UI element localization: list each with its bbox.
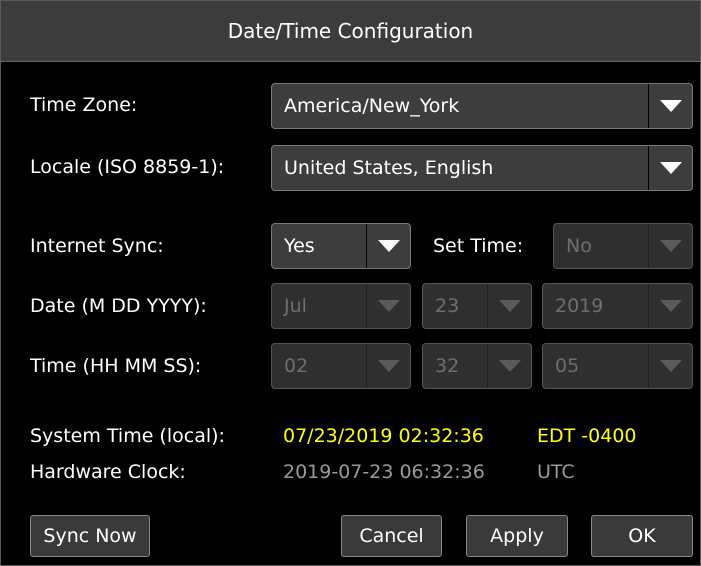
- chevron-down-icon[interactable]: [366, 344, 410, 388]
- locale-value: United States, English: [284, 157, 494, 179]
- cancel-button[interactable]: Cancel: [341, 515, 442, 557]
- timezone-label: Time Zone:: [30, 94, 138, 116]
- time-hour-select[interactable]: 02: [271, 343, 411, 389]
- datetime-config-dialog: Date/Time Configuration Time Zone: Ameri…: [0, 0, 701, 566]
- date-month-value: Jul: [284, 295, 307, 317]
- ok-button[interactable]: OK: [591, 515, 693, 557]
- hardware-clock-zone: UTC: [537, 461, 575, 483]
- dialog-title: Date/Time Configuration: [1, 1, 700, 62]
- timezone-value: America/New_York: [284, 95, 460, 117]
- time-second-value: 05: [555, 355, 580, 377]
- timezone-select[interactable]: America/New_York: [271, 83, 693, 129]
- dialog-title-text: Date/Time Configuration: [227, 19, 474, 43]
- time-hour-value: 02: [284, 355, 309, 377]
- set-time-select[interactable]: No: [553, 223, 693, 269]
- date-day-select[interactable]: 23: [422, 283, 532, 329]
- internet-sync-value: Yes: [284, 235, 315, 257]
- set-time-label: Set Time:: [433, 235, 524, 257]
- date-year-select[interactable]: 2019: [542, 283, 693, 329]
- time-minute-value: 32: [435, 355, 460, 377]
- time-minute-select[interactable]: 32: [422, 343, 532, 389]
- chevron-down-icon[interactable]: [648, 146, 692, 190]
- system-time-label: System Time (local):: [30, 425, 225, 447]
- chevron-down-icon[interactable]: [648, 344, 692, 388]
- locale-select[interactable]: United States, English: [271, 145, 693, 191]
- chevron-down-icon[interactable]: [366, 284, 410, 328]
- system-time-value: 07/23/2019 02:32:36: [283, 425, 484, 447]
- internet-sync-select[interactable]: Yes: [271, 223, 411, 269]
- locale-label: Locale (ISO 8859-1):: [30, 156, 225, 178]
- date-year-value: 2019: [555, 295, 604, 317]
- system-time-zone: EDT -0400: [537, 425, 637, 447]
- date-day-value: 23: [435, 295, 460, 317]
- internet-sync-label: Internet Sync:: [30, 235, 164, 257]
- chevron-down-icon[interactable]: [366, 224, 410, 268]
- chevron-down-icon[interactable]: [648, 84, 692, 128]
- chevron-down-icon[interactable]: [648, 224, 692, 268]
- hardware-clock-value: 2019-07-23 06:32:36: [283, 461, 485, 483]
- chevron-down-icon[interactable]: [487, 344, 531, 388]
- time-second-select[interactable]: 05: [542, 343, 693, 389]
- date-label: Date (M DD YYYY):: [30, 295, 207, 317]
- date-month-select[interactable]: Jul: [271, 283, 411, 329]
- chevron-down-icon[interactable]: [487, 284, 531, 328]
- sync-now-button[interactable]: Sync Now: [30, 515, 150, 557]
- apply-button[interactable]: Apply: [466, 515, 568, 557]
- set-time-value: No: [566, 235, 592, 257]
- hardware-clock-label: Hardware Clock:: [30, 461, 186, 483]
- time-label: Time (HH MM SS):: [30, 355, 202, 377]
- chevron-down-icon[interactable]: [648, 284, 692, 328]
